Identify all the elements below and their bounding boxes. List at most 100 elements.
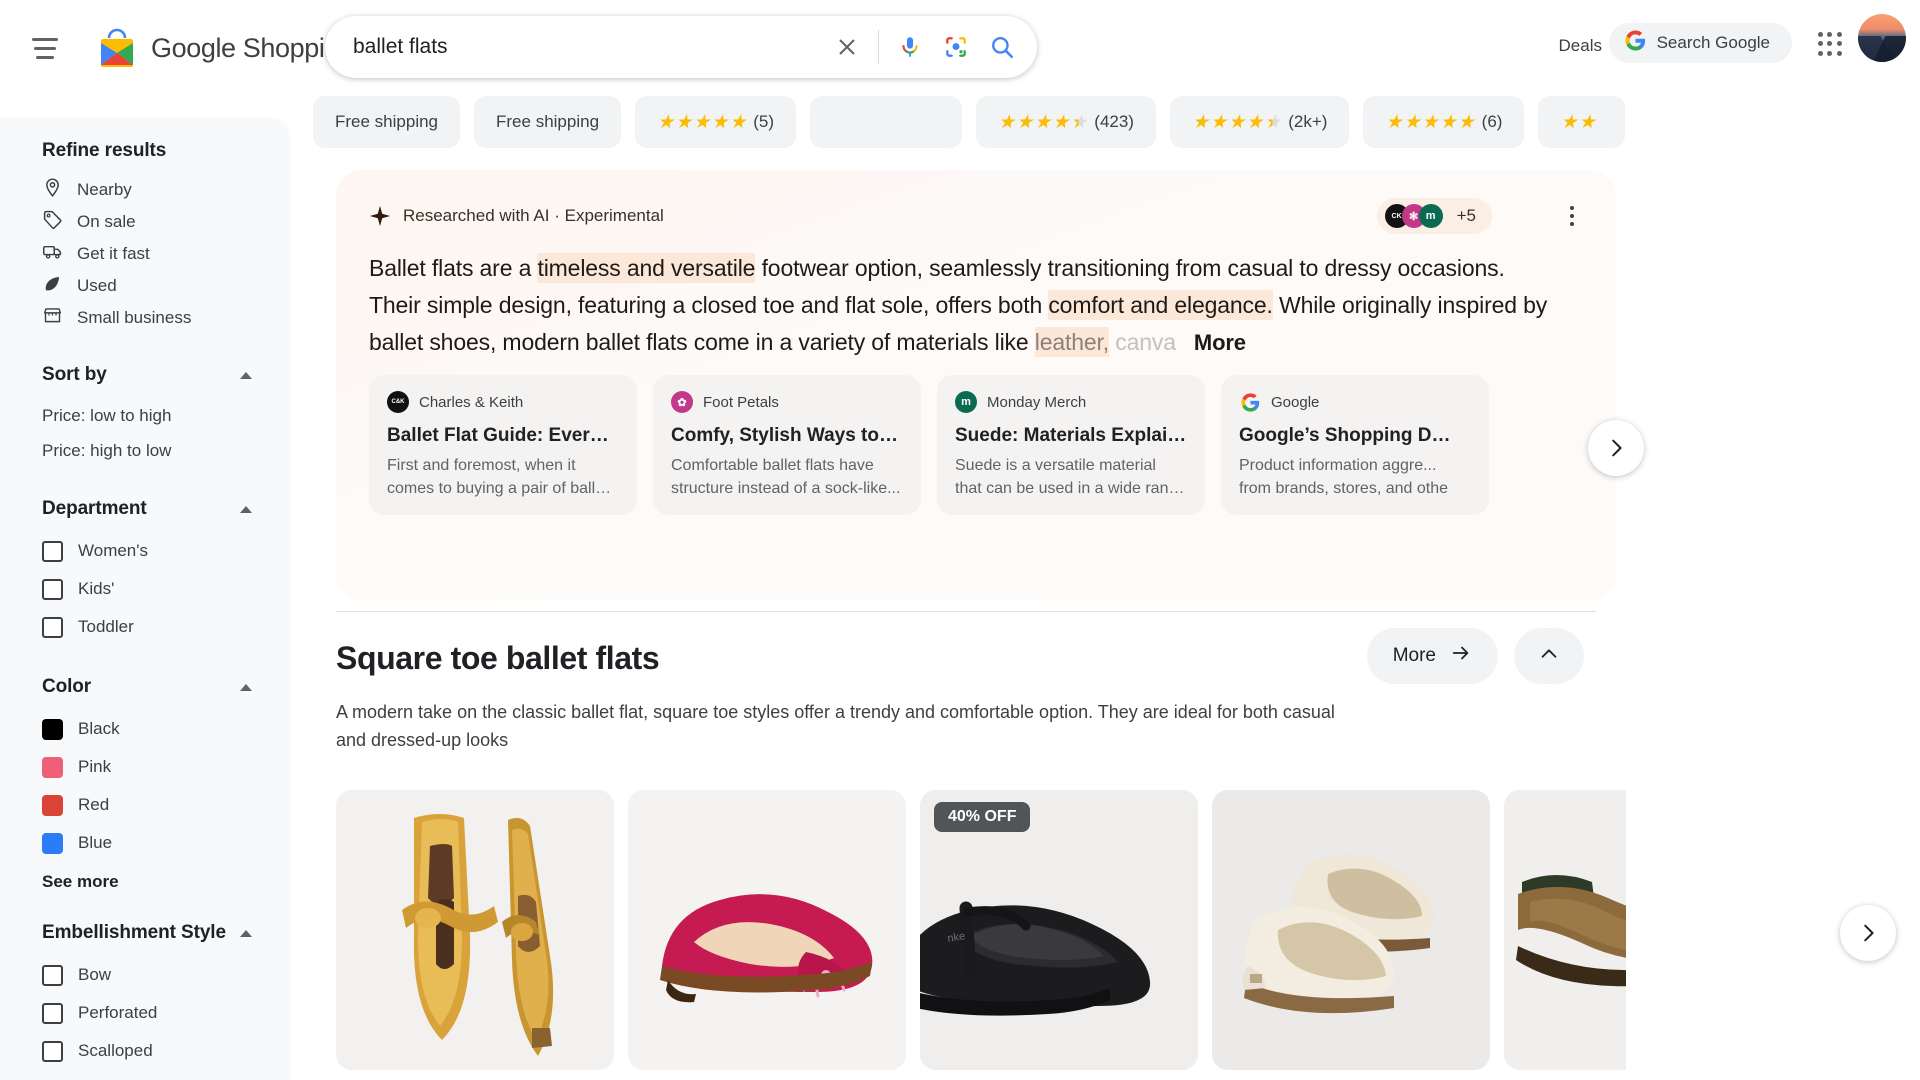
chip-rating-6[interactable]: ★ ★ ★ ★ ★ (6) <box>1363 96 1525 148</box>
product-carousel-next-button[interactable] <box>1840 905 1896 961</box>
color-label: Color <box>42 676 92 697</box>
filter-embellishment-perforated[interactable]: Perforated <box>42 994 290 1032</box>
filter-color-pink[interactable]: Pink <box>42 748 290 786</box>
source-card-snippet: Suede is a versatile material that can b… <box>955 457 1187 497</box>
foot-petals-logo-icon: ✿ <box>671 391 693 413</box>
color-swatch[interactable] <box>42 718 63 740</box>
search-google-label: Search Google <box>1656 33 1770 52</box>
sidebar-item-on-sale[interactable]: On sale <box>42 206 290 238</box>
google-shopping-bag-icon <box>97 27 137 69</box>
color-swatch[interactable] <box>42 756 63 778</box>
apps-grid-icon[interactable] <box>1812 26 1848 62</box>
ai-more-button[interactable]: More <box>1194 330 1246 355</box>
product-card[interactable] <box>628 790 906 1070</box>
source-card[interactable]: m Monday Merch Suede: Materials Explaine… <box>937 375 1205 515</box>
source-card[interactable]: C&K Charles & Keith Ballet Flat Guide: E… <box>369 375 637 515</box>
checkbox[interactable] <box>42 578 63 600</box>
filter-embellishment-scalloped[interactable]: Scalloped <box>42 1032 290 1070</box>
ai-card-label: Researched with AI · Experimental <box>403 206 664 226</box>
chip-rating-423[interactable]: ★ ★ ★ ★ ★ (423) <box>976 96 1156 148</box>
embellishment-style-heading[interactable]: Embellishment Style <box>42 922 290 944</box>
product-card[interactable] <box>1212 790 1490 1070</box>
sidebar-item-label: Used <box>77 276 117 295</box>
chip-free-shipping-2[interactable]: Free shipping <box>474 96 622 148</box>
filter-color-black[interactable]: Black <box>42 710 290 748</box>
charles-keith-logo-icon: C&K <box>387 391 409 413</box>
source-card-title: Suede: Materials Explained... <box>955 425 1187 446</box>
chip-review-count: (2k+) <box>1288 112 1328 131</box>
account-avatar[interactable] <box>1858 14 1906 62</box>
ai-text-highlight1: timeless and versatile <box>537 253 756 283</box>
sidebar-item-label: On sale <box>77 212 136 231</box>
color-swatch[interactable] <box>42 832 63 854</box>
deals-link[interactable]: Deals <box>1559 36 1602 56</box>
sidebar-item-get-it-fast[interactable]: Get it fast <box>42 238 290 270</box>
filter-department-womens[interactable]: Women's <box>42 532 290 570</box>
section-collapse-button[interactable] <box>1514 628 1584 684</box>
ai-source-cards-carousel[interactable]: C&K Charles & Keith Ballet Flat Guide: E… <box>369 375 1619 515</box>
checkbox[interactable] <box>42 1040 63 1062</box>
hamburger-menu-icon[interactable] <box>21 24 69 72</box>
clear-search-icon[interactable] <box>824 24 870 70</box>
source-site-name: Monday Merch <box>987 393 1087 411</box>
section-more-label: More <box>1392 645 1436 666</box>
google-g-icon <box>1625 30 1646 56</box>
app-header: Google Shopping ballet flats Deals Searc… <box>0 0 1920 96</box>
see-more-colors-link[interactable]: See more <box>42 872 290 892</box>
storefront-icon <box>42 305 63 331</box>
star-rating-icon: ★ ★ ★ ★ ★ <box>657 111 747 133</box>
product-carousel[interactable]: 40% OFF nke <box>336 790 1626 1080</box>
source-card[interactable]: ✿ Foot Petals Comfy, Stylish Ways to We.… <box>653 375 921 515</box>
search-submit-icon[interactable] <box>979 24 1025 70</box>
ai-text-fade1: leather, <box>1034 327 1110 357</box>
product-card[interactable] <box>336 790 614 1070</box>
sort-option-price-high-low[interactable]: Price: high to low <box>42 433 290 468</box>
source-site-name: Google <box>1271 393 1320 411</box>
search-input[interactable] <box>325 16 824 78</box>
chip-rating-2k[interactable]: ★ ★ ★ ★ ★ (2k+) <box>1169 96 1350 148</box>
chip-rating-partial[interactable]: ★ ★ <box>1538 96 1625 148</box>
color-swatch[interactable] <box>42 794 63 816</box>
filter-department-toddler[interactable]: Toddler <box>42 608 290 646</box>
checkbox[interactable] <box>42 1002 63 1024</box>
source-carousel-next-button[interactable] <box>1588 420 1644 476</box>
checkbox[interactable] <box>42 964 63 986</box>
sidebar-item-small-business[interactable]: Small business <box>42 302 290 334</box>
search-box[interactable] <box>325 16 1037 78</box>
ai-sources-pill[interactable]: CK ✻ m +5 <box>1376 198 1492 234</box>
researched-with-ai-text: Researched with AI <box>403 206 550 225</box>
filter-label: Toddler <box>78 617 134 636</box>
filter-embellishment-bow[interactable]: Bow <box>42 956 290 994</box>
filter-color-blue[interactable]: Blue <box>42 824 290 862</box>
filter-label: Black <box>78 719 120 738</box>
product-card[interactable] <box>1504 790 1626 1070</box>
search-google-button[interactable]: Search Google <box>1608 23 1792 63</box>
color-heading[interactable]: Color <box>42 676 290 698</box>
filter-color-red[interactable]: Red <box>42 786 290 824</box>
sort-by-heading[interactable]: Sort by <box>42 364 290 386</box>
brand-logo-link[interactable]: Google Shopping <box>97 27 354 69</box>
filter-label: Red <box>78 795 110 814</box>
google-lens-icon[interactable] <box>933 24 979 70</box>
section-more-button[interactable]: More <box>1366 628 1498 684</box>
product-card[interactable]: 40% OFF nke <box>920 790 1198 1070</box>
chip-blank[interactable] <box>810 96 963 148</box>
used-tag-icon <box>42 273 63 299</box>
chip-rating-5[interactable]: ★ ★ ★ ★ ★ (5) <box>635 96 797 148</box>
more-options-icon[interactable] <box>1556 200 1588 232</box>
checkbox[interactable] <box>42 540 63 562</box>
sidebar-item-nearby[interactable]: Nearby <box>42 174 290 206</box>
sort-by-label: Sort by <box>42 364 107 385</box>
source-card[interactable]: Google Google’s Shopping D… Product info… <box>1221 375 1489 515</box>
filter-department-kids[interactable]: Kids' <box>42 570 290 608</box>
sort-option-price-low-high[interactable]: Price: low to high <box>42 398 290 433</box>
sidebar-item-used[interactable]: Used <box>42 270 290 302</box>
location-pin-icon <box>42 177 63 203</box>
voice-search-icon[interactable] <box>887 24 933 70</box>
filters-sidebar: Refine results Nearby On sale Get it fas… <box>0 118 290 1080</box>
department-label: Department <box>42 498 147 519</box>
delivery-truck-icon <box>42 241 63 267</box>
department-heading[interactable]: Department <box>42 498 290 520</box>
chip-free-shipping-1[interactable]: Free shipping <box>313 96 461 148</box>
checkbox[interactable] <box>42 616 63 638</box>
